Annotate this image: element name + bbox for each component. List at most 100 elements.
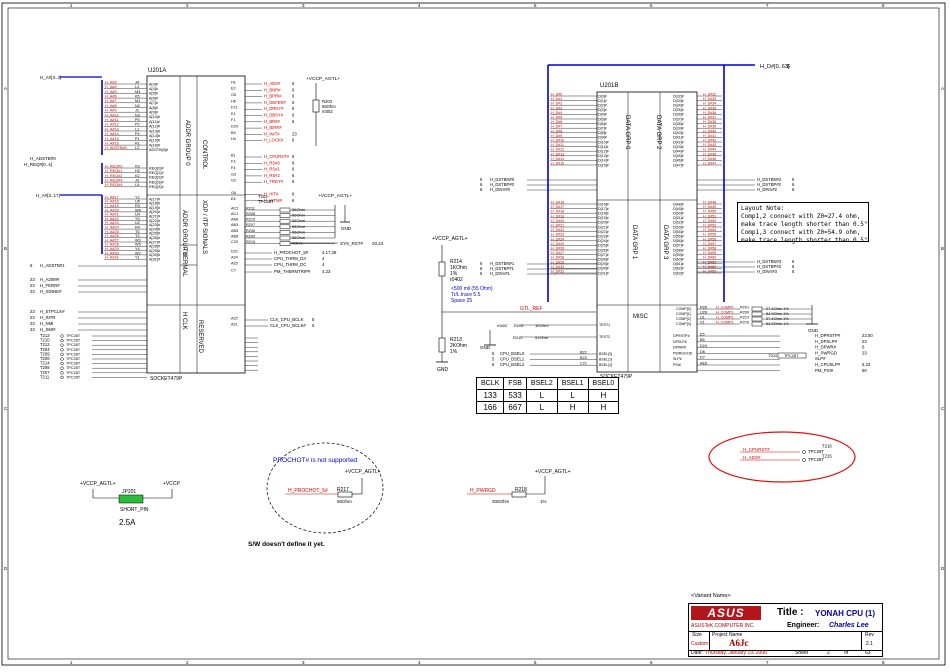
pin-number: V1 [700,320,705,324]
pin-net: H_D#36 [703,111,716,115]
fsb-bsel-table: BCLK FSB BSEL2 BSEL1 BSEL0 133 533 L L H… [475,377,620,414]
fsb-cell: 667 [503,401,527,414]
pin-name: BSEL[1] [599,358,612,362]
grid-col-label: 5 [534,660,537,665]
pin-net: H_A#10 [105,113,119,117]
pin-name: REQ[0]# [149,166,164,170]
u201a-thermal-label: THERMAL [181,248,187,277]
net-label: H_CPURST# [743,447,770,452]
pin-number: D6 [700,350,705,354]
pin-net: H_D#28 [551,256,564,260]
testpoint-type: TPC28T [66,343,81,347]
pin-name: D[4]# [598,113,607,117]
sheet-ref: 5 [492,357,495,362]
pin-name: A[7]# [149,101,159,105]
pin-number: B23 [580,356,587,360]
pin-name: A[31]# [149,258,161,262]
net-label: H_IGNNE# [40,289,62,294]
testpoint-pad [60,357,64,361]
pin-name: D[24]# [598,239,609,243]
testpoint-pad [60,366,64,370]
pin-net: H_A#8 [105,104,117,108]
resistor-value: 56Ohm [292,213,306,218]
pin-net: H_A#15 [105,137,119,141]
net-label: H_DINV#3 [757,269,778,274]
of-label: of [844,650,849,656]
pin-net: H_D#16 [551,201,564,205]
sw-note: S/W doesn't define it yet. [248,541,325,548]
pin-net: H_D#31 [551,270,564,274]
sheet-ref: 50 [862,368,867,373]
pin-number: C20 [231,240,238,244]
pin-net: H_INIT# [264,131,280,136]
resistor-ref: R213 [740,315,749,319]
grid-col-label: 8 [882,3,885,8]
rev-label: Rev [865,632,874,638]
net-label: H_STPCLK# [40,309,65,314]
pin-net: H_D#54 [703,228,716,232]
pin-number: F1 [231,118,235,122]
u201a-control-label: CONTROL [201,140,207,170]
pin-name: D[17]# [598,207,609,211]
resistor [279,207,291,213]
engineer-label: Engineer: [787,622,820,629]
pin-net: H_D#10 [551,139,564,143]
pin-name: DPWR# [673,346,686,350]
sheet-ref: 6 [792,269,795,274]
pin-name: D[62]# [673,267,684,271]
u201b-ref: U201B [600,83,618,89]
u201a-symbol: U201A ADDR GROUP 0 ADDR GROUP 1 XDP / IT… [24,68,384,382]
pin-number: P1 [135,137,140,141]
pin-name: REQ[2]# [149,176,164,180]
net-label: H_DPRSTP# [815,333,841,338]
pin-name: D[20]# [598,221,609,225]
pin-number: H4 [231,137,236,141]
pin-number: P2 [135,123,140,127]
testpoint-type: TPC28T [66,366,81,370]
net-label: H_INTR [40,315,56,320]
jumper-ref: JP201 [122,489,136,495]
grid-col-label: 7 [766,3,769,8]
pin-number: U1 [700,315,705,319]
pin-net: H_D#27 [551,251,564,255]
pin-name: D[23]# [598,235,609,239]
pin-name: D[2]# [598,104,607,108]
pin-number: L1 [135,127,139,131]
pin-number: K3 [135,164,140,168]
fsb-header: BSEL0 [587,377,620,390]
sheet-ref: 6 [292,94,295,99]
pin-name: D[44]# [673,150,684,154]
pin-name: A[3]# [149,82,159,86]
resistor-value: 56Ohm [292,207,306,212]
pin-net: H_TRDY# [264,179,284,184]
u201a-hclk-label: H CLK [181,312,187,330]
pin-net: H_D#6 [551,120,562,124]
pin-net: H_BR0# [264,119,280,124]
pin-number: L2 [135,146,139,150]
pin-number: N3 [135,113,140,117]
grid-col-label: 4 [418,3,421,8]
pin-name: D[9]# [598,136,607,140]
jumper-label: SHORT_PIN [120,507,149,513]
pin-net: H_ADS# [264,81,281,86]
svg-text:R217: R217 [337,487,349,493]
resistor-package: r0402 [322,109,333,114]
pin-net: H_RS#0 [264,160,280,165]
pin-net: H_D#50 [703,210,716,214]
testpoint-pad [60,334,64,338]
pin-net: H_D#42 [703,139,716,143]
u201b-misc: MISC [633,314,649,320]
pin-name: REQ[1]# [149,171,164,175]
sheet-ref: 6 [292,138,295,143]
testpoint-type: TPC28T [66,348,81,352]
pin-name: D[10]# [598,140,609,144]
pin-net: H_REQ#2 [105,174,122,178]
pin-name: REQ[4]# [149,185,164,189]
pin-number: F3 [231,160,235,164]
grid-col-label: 1 [70,3,73,8]
jumper-body [118,494,144,504]
pin-number: B5 [700,338,705,342]
net-label: H_DPSLP# [815,339,838,344]
net-label: H_FERR# [40,283,60,288]
pin-net: H_D#0 [551,93,562,97]
